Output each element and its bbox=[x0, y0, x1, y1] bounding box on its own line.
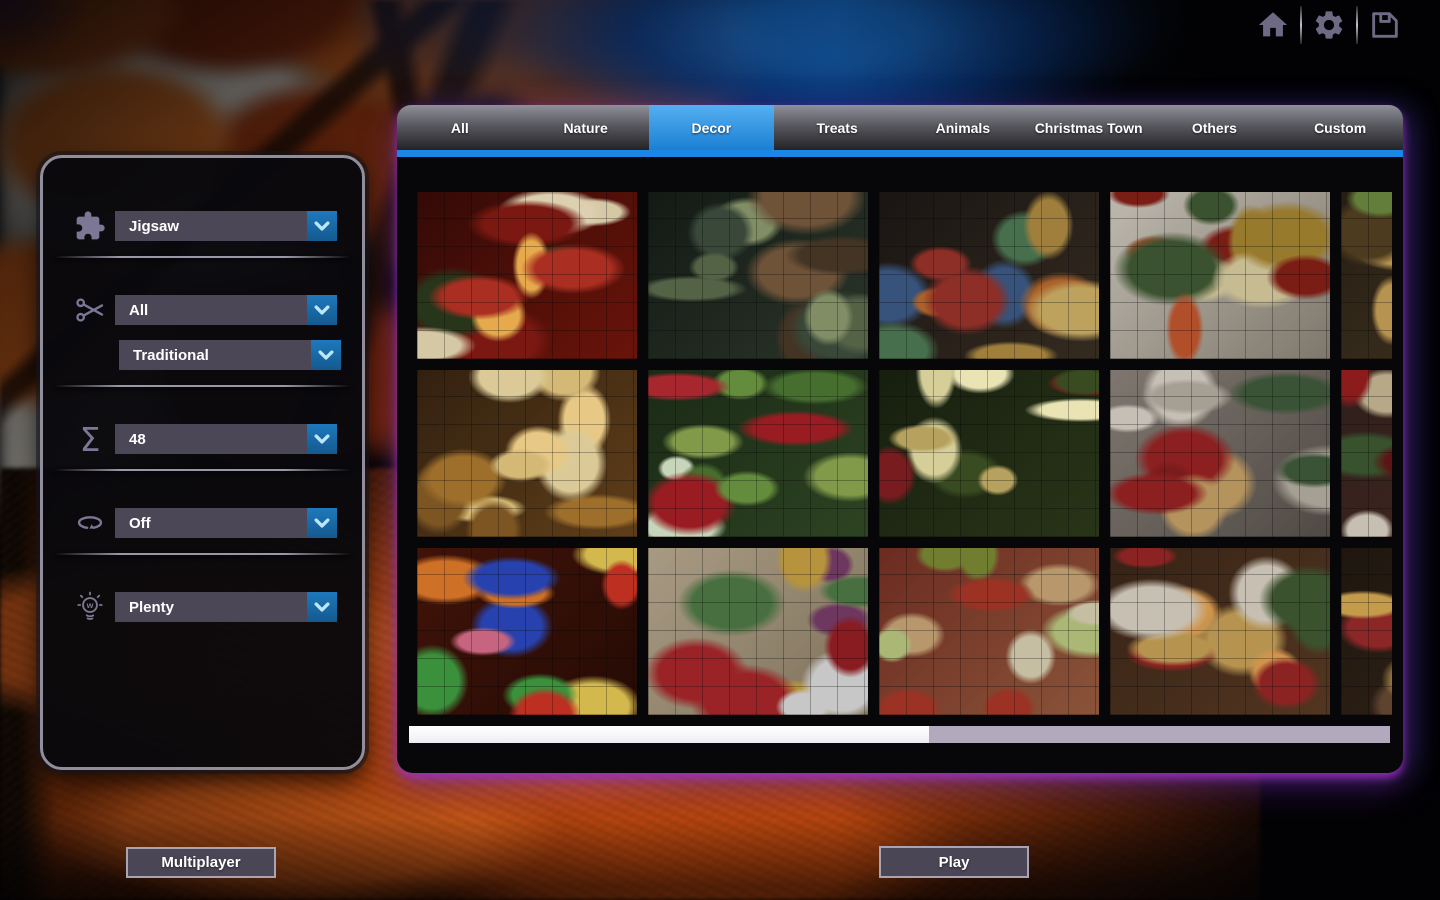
thumbnail-striped-green-ornaments[interactable] bbox=[1341, 192, 1392, 359]
tab-custom[interactable]: Custom bbox=[1277, 105, 1403, 150]
puzzle-browser-panel: All Nature Decor Treats Animals Christma… bbox=[397, 105, 1403, 773]
hints-dropdown[interactable]: Plenty bbox=[115, 592, 337, 622]
dropdown-button[interactable] bbox=[307, 424, 337, 454]
tab-others[interactable]: Others bbox=[1152, 105, 1278, 150]
options-divider bbox=[55, 256, 350, 258]
chevron-down-icon bbox=[312, 429, 332, 449]
rotation-value: Off bbox=[129, 508, 151, 538]
tab-treats[interactable]: Treats bbox=[774, 105, 900, 150]
chevron-down-icon bbox=[312, 597, 332, 617]
tab-animals[interactable]: Animals bbox=[900, 105, 1026, 150]
thumbnail-snowflake-ornament-pile[interactable] bbox=[648, 548, 868, 715]
thumbnail-nutcracker-decor[interactable] bbox=[1341, 370, 1392, 537]
gear-icon bbox=[1312, 8, 1346, 42]
category-tabbar: All Nature Decor Treats Animals Christma… bbox=[397, 105, 1403, 150]
save-icon bbox=[1368, 8, 1402, 42]
home-icon bbox=[1256, 8, 1290, 42]
toolbar-separator bbox=[1356, 6, 1358, 44]
thumbnail-decorated-christmas-tree[interactable] bbox=[879, 370, 1099, 537]
tab-all[interactable]: All bbox=[397, 105, 523, 150]
thumbnail-holly-and-berries[interactable] bbox=[648, 370, 868, 537]
puzzle-options-panel: Jigsaw All Tradi bbox=[40, 155, 365, 770]
hints-value: Plenty bbox=[129, 592, 174, 622]
chevron-down-icon bbox=[312, 513, 332, 533]
options-divider bbox=[55, 469, 350, 471]
cut-variant-dropdown[interactable]: Traditional bbox=[119, 340, 341, 370]
options-divider bbox=[55, 553, 350, 555]
piece-count-dropdown[interactable]: 48 bbox=[115, 424, 337, 454]
thumbnail-vintage-string-lights[interactable] bbox=[417, 548, 637, 715]
home-button[interactable] bbox=[1254, 6, 1292, 44]
thumbnail-baubles-with-gold-star[interactable] bbox=[879, 548, 1099, 715]
system-toolbar bbox=[1254, 6, 1404, 44]
app-window: All Nature Decor Treats Animals Christma… bbox=[0, 0, 1440, 900]
puzzle-type-value: Jigsaw bbox=[129, 211, 179, 241]
play-button[interactable]: Play bbox=[879, 846, 1029, 878]
puzzle-grid bbox=[417, 192, 1392, 715]
cut-variant-value: Traditional bbox=[133, 340, 209, 370]
dropdown-button[interactable] bbox=[307, 211, 337, 241]
thumbnail-red-bauble-pinecone-branch[interactable] bbox=[1110, 192, 1330, 359]
toolbar-separator bbox=[1300, 6, 1302, 44]
chevron-down-icon bbox=[316, 345, 336, 365]
save-button[interactable] bbox=[1366, 6, 1404, 44]
multiplayer-button[interactable]: Multiplayer bbox=[126, 847, 276, 878]
dropdown-button[interactable] bbox=[307, 508, 337, 538]
tab-decor[interactable]: Decor bbox=[649, 105, 775, 150]
thumbnail-christmas-market-shop[interactable] bbox=[1341, 548, 1392, 715]
option-row-cut-style: All bbox=[43, 295, 362, 325]
tab-nature[interactable]: Nature bbox=[523, 105, 649, 150]
thumbnail-stockings-on-fireplace[interactable] bbox=[1110, 370, 1330, 537]
dropdown-button[interactable] bbox=[311, 340, 341, 370]
rotation-icon bbox=[69, 504, 111, 542]
horizontal-scrollbar[interactable] bbox=[409, 726, 1390, 743]
dropdown-button[interactable] bbox=[307, 295, 337, 325]
puzzle-type-dropdown[interactable]: Jigsaw bbox=[115, 211, 337, 241]
piece-count-value: 48 bbox=[129, 424, 146, 454]
option-row-piece-count: Σ 48 bbox=[43, 424, 362, 454]
settings-button[interactable] bbox=[1310, 6, 1348, 44]
option-row-rotation: Off bbox=[43, 508, 362, 538]
hint-bulb-icon: w bbox=[69, 588, 111, 626]
scrollbar-thumb[interactable] bbox=[409, 726, 929, 743]
thumbnail-advent-calendar-stockings[interactable] bbox=[1110, 548, 1330, 715]
options-divider bbox=[55, 385, 350, 387]
scissors-icon bbox=[69, 291, 111, 329]
chevron-down-icon bbox=[312, 216, 332, 236]
puzzle-piece-icon bbox=[69, 207, 111, 245]
sigma-icon: Σ bbox=[69, 420, 111, 458]
cut-style-dropdown[interactable]: All bbox=[115, 295, 337, 325]
thumbnail-candles-red-cream[interactable] bbox=[417, 192, 637, 359]
rotation-dropdown[interactable]: Off bbox=[115, 508, 337, 538]
option-row-puzzle-type: Jigsaw bbox=[43, 211, 362, 241]
chevron-down-icon bbox=[312, 300, 332, 320]
dropdown-button[interactable] bbox=[307, 592, 337, 622]
puzzle-browser-content bbox=[397, 157, 1403, 773]
tabbar-accent-line bbox=[397, 150, 1403, 157]
thumbnail-golden-advent-candles[interactable] bbox=[417, 370, 637, 537]
option-row-hints: w Plenty bbox=[43, 592, 362, 622]
thumbnail-glitter-pinecone-wreath[interactable] bbox=[648, 192, 868, 359]
svg-text:w: w bbox=[86, 600, 94, 610]
cut-style-value: All bbox=[129, 295, 148, 325]
tab-christmas-town[interactable]: Christmas Town bbox=[1026, 105, 1152, 150]
option-row-cut-variant: Traditional bbox=[43, 340, 362, 370]
thumbnail-ornament-market-stall[interactable] bbox=[879, 192, 1099, 359]
